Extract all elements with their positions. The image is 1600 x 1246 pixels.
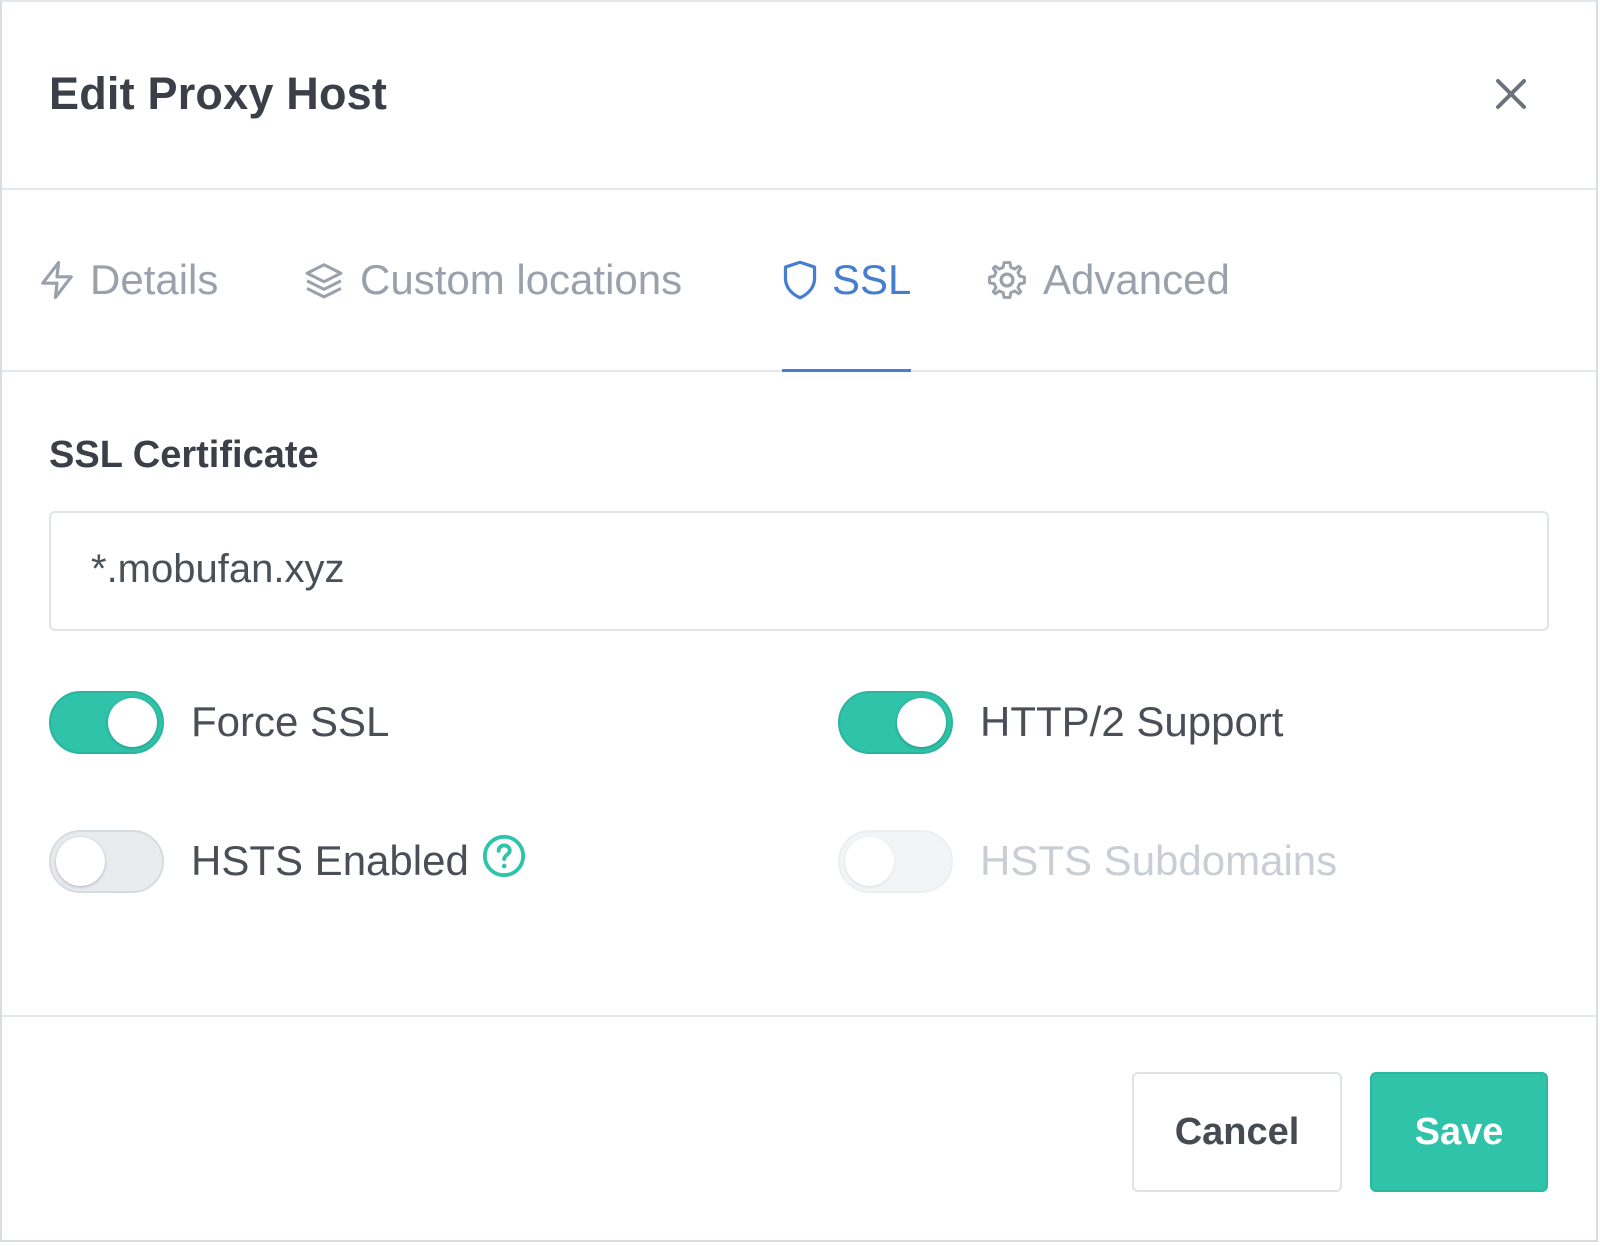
toggle-knob xyxy=(845,836,894,886)
shield-icon xyxy=(783,260,817,300)
force-ssl-toggle[interactable] xyxy=(49,690,164,754)
ssl-certificate-label: SSL Certificate xyxy=(49,434,319,476)
tab-advanced-label: Advanced xyxy=(1043,256,1230,303)
tab-details-label: Details xyxy=(90,256,219,303)
layers-icon xyxy=(305,263,343,299)
close-button[interactable] xyxy=(1489,72,1533,116)
hsts-enabled-row: HSTS Enabled xyxy=(49,828,527,894)
save-button[interactable]: Save xyxy=(1370,1072,1548,1192)
http2-support-label: HTTP/2 Support xyxy=(980,698,1284,745)
toggle-knob xyxy=(108,697,157,747)
force-ssl-label: Force SSL xyxy=(191,698,390,745)
toggle-knob xyxy=(897,697,946,747)
force-ssl-row: Force SSL xyxy=(49,689,389,755)
zap-icon xyxy=(41,261,73,299)
hsts-enabled-label: HSTS Enabled xyxy=(191,837,469,884)
edit-proxy-host-modal: Edit Proxy Host Details Custom locations xyxy=(0,0,1598,1242)
hsts-subdomains-label: HSTS Subdomains xyxy=(980,837,1338,884)
tab-custom-locations[interactable]: Custom locations xyxy=(302,190,682,370)
cancel-button[interactable]: Cancel xyxy=(1132,1072,1342,1192)
ssl-certificate-select[interactable]: *.mobufan.xyz xyxy=(49,511,1549,631)
hsts-subdomains-row: HSTS Subdomains xyxy=(838,828,1337,894)
tab-bar: Details Custom locations SSL Advanced xyxy=(2,190,1596,372)
gear-icon xyxy=(988,261,1026,299)
modal-footer: Cancel Save xyxy=(2,1015,1596,1244)
tab-details[interactable]: Details xyxy=(38,190,218,370)
modal-title: Edit Proxy Host xyxy=(49,68,388,119)
tab-ssl-label: SSL xyxy=(832,256,912,303)
ssl-certificate-value: *.mobufan.xyz xyxy=(91,547,345,591)
http2-support-row: HTTP/2 Support xyxy=(838,689,1283,755)
hsts-enabled-toggle[interactable] xyxy=(49,829,164,893)
modal-header: Edit Proxy Host xyxy=(2,2,1596,190)
hsts-subdomains-toggle[interactable] xyxy=(838,829,953,893)
tab-advanced[interactable]: Advanced xyxy=(985,190,1230,370)
toggle-knob xyxy=(56,836,105,886)
http2-support-toggle[interactable] xyxy=(838,690,953,754)
tab-custom-locations-label: Custom locations xyxy=(360,256,683,303)
question-circle-icon[interactable] xyxy=(481,833,527,879)
close-icon xyxy=(1496,79,1526,109)
tab-ssl[interactable]: SSL xyxy=(782,190,912,372)
